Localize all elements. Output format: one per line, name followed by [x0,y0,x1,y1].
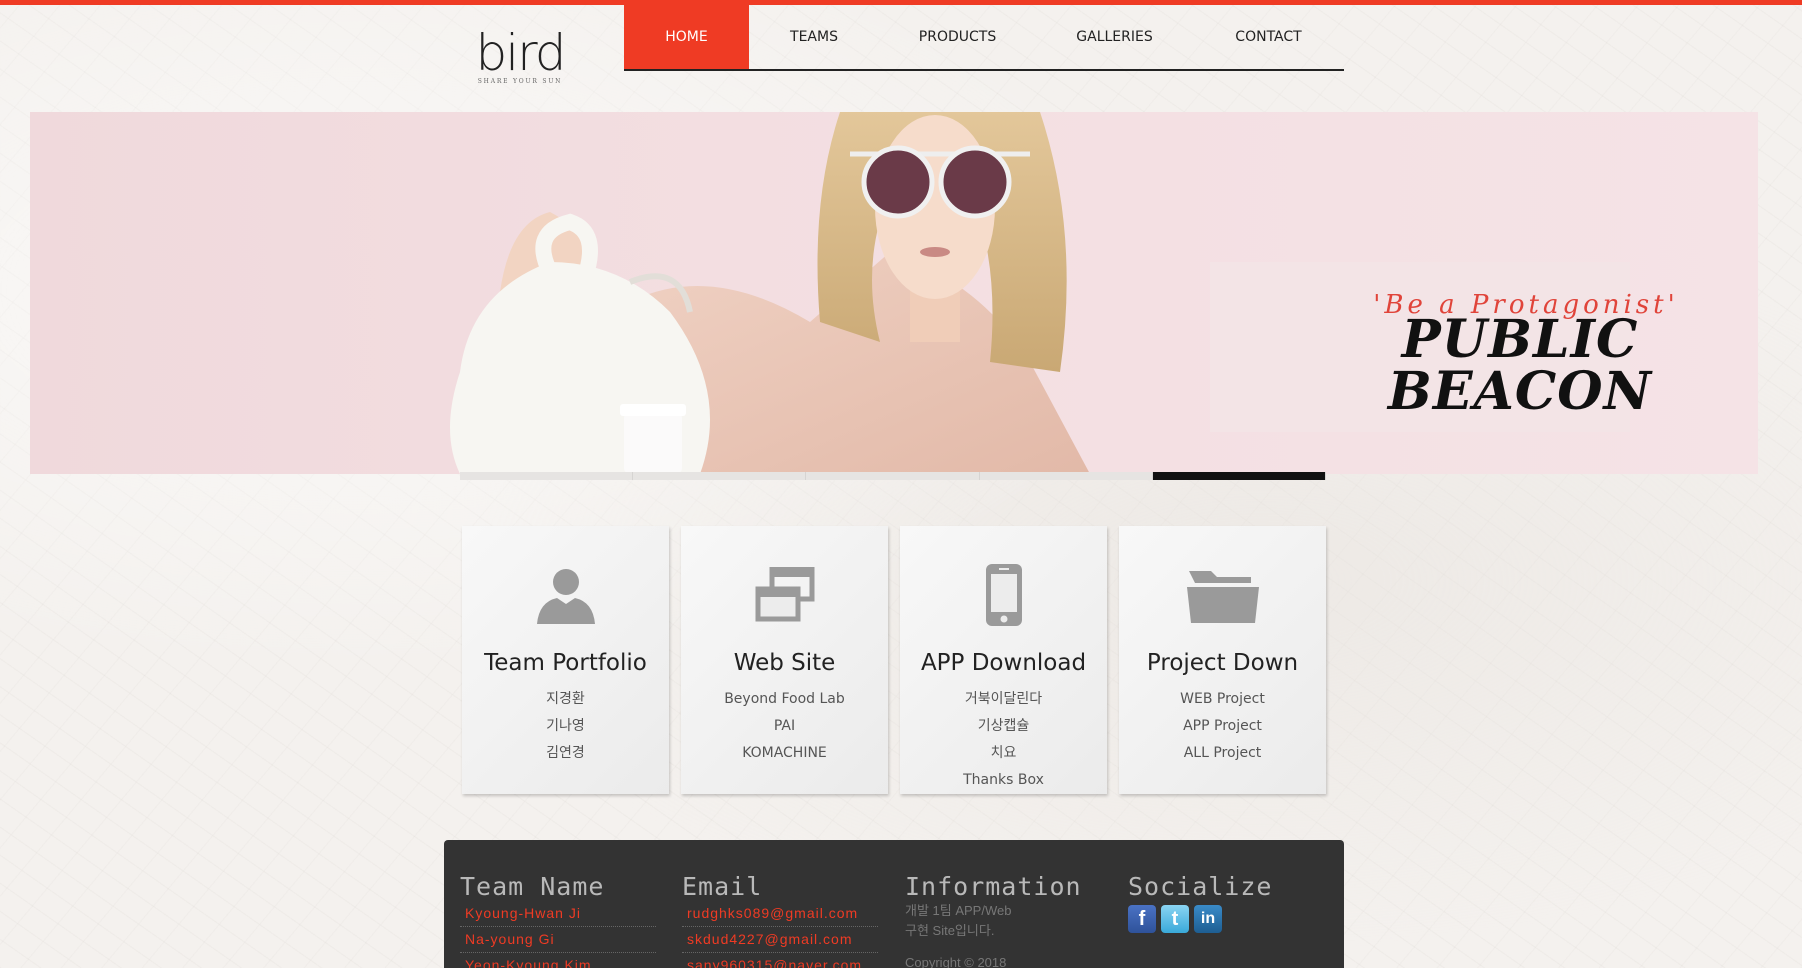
social-icons: f t in [1128,905,1272,933]
list-item[interactable]: PAI [681,713,888,740]
list-item[interactable]: Beyond Food Lab [681,686,888,713]
person-icon [462,560,669,630]
site-footer: Team Name Kyoung-Hwan Ji Na-young Gi Yeo… [444,840,1344,968]
team-list: Kyoung-Hwan Ji Na-young Gi Yeon-Kyoung K… [460,901,656,968]
card-web-site[interactable]: Web Site Beyond Food Lab PAI KOMACHINE [681,526,888,794]
logo-tagline: SHARE YOUR SUN [477,78,563,85]
card-title: Web Site [733,650,836,676]
site-logo[interactable]: bird SHARE YOUR SUN [470,26,570,90]
slider-dot-1[interactable] [460,472,634,480]
footer-social-title: Socialize [1128,872,1273,901]
copyright-text: Copyright © 2018 [905,955,1007,968]
footer-social-column: Socialize f t in [1128,872,1272,933]
list-item[interactable]: Thanks Box [900,767,1107,794]
hero-banner: 'Be a Protagonist' PUBLIC BEACON [30,112,1758,474]
list-item[interactable]: 기나영 [462,713,669,740]
nav-home[interactable]: HOME [624,5,749,69]
logo-wordmark: bird [475,24,566,82]
nav-contact[interactable]: CONTACT [1193,5,1344,69]
list-item[interactable]: KOMACHINE [681,740,888,767]
card-list: 거북이달린다 기상캡슐 치요 Thanks Box [900,686,1107,794]
email-link[interactable]: rudghks089@gmail.com [682,901,878,927]
footer-email-column: Email rudghks089@gmail.com skdud4227@gma… [682,872,878,968]
slider-dot-2[interactable] [633,472,807,480]
twitter-icon[interactable]: t [1161,905,1189,933]
footer-team-title: Team Name [460,872,605,901]
card-project-down[interactable]: Project Down WEB Project APP Project ALL… [1119,526,1326,794]
list-item[interactable]: 김연경 [462,740,669,767]
footer-info-column: Information 개발 1팀 APP/Web 구현 Site입니다. Co… [905,872,1082,968]
linkedin-icon[interactable]: in [1194,905,1222,933]
list-item[interactable]: 지경환 [462,686,669,713]
nav-teams[interactable]: TEAMS [749,5,879,69]
card-list: WEB Project APP Project ALL Project [1119,686,1326,767]
list-item[interactable]: APP Project [1119,713,1326,740]
facebook-icon[interactable]: f [1128,905,1156,933]
email-link[interactable]: skdud4227@gmail.com [682,927,878,953]
email-link[interactable]: sany960315@naver.com [682,953,878,968]
list-item[interactable]: 치요 [900,740,1107,767]
banner-brand: PUBLIC BEACON [1370,314,1670,418]
card-title: Team Portfolio [484,650,647,676]
phone-icon [900,560,1107,630]
list-item[interactable]: ALL Project [1119,740,1326,767]
card-title: APP Download [920,650,1087,676]
footer-info-title: Information [905,872,1082,901]
list-item[interactable]: 기상캡슐 [900,713,1107,740]
info-text-1: 개발 1팀 APP/Web [905,903,1012,918]
list-item[interactable]: 거북이달린다 [900,686,1107,713]
email-list: rudghks089@gmail.com skdud4227@gmail.com… [682,901,878,968]
slider-dot-4[interactable] [979,472,1153,480]
nav-products[interactable]: PRODUCTS [879,5,1036,69]
card-list: Beyond Food Lab PAI KOMACHINE [681,686,888,767]
list-item[interactable]: WEB Project [1119,686,1326,713]
slider-indicators [460,472,1327,480]
nav-galleries[interactable]: GALLERIES [1036,5,1193,69]
windows-icon [681,560,888,630]
banner-brand-line2: BEACON [1387,361,1653,422]
list-item[interactable]: Yeon-Kyoung Kim [460,953,656,968]
list-item[interactable]: Na-young Gi [460,927,656,953]
slider-dot-5[interactable] [1152,472,1327,480]
list-item[interactable]: Kyoung-Hwan Ji [460,901,656,927]
slider-dot-3[interactable] [806,472,980,480]
info-text-2: 구현 Site입니다. [905,923,995,938]
card-app-download[interactable]: APP Download 거북이달린다 기상캡슐 치요 Thanks Box [900,526,1107,794]
card-team-portfolio[interactable]: Team Portfolio 지경환 기나영 김연경 [462,526,669,794]
main-nav: HOME TEAMS PRODUCTS GALLERIES CONTACT [624,5,1344,71]
card-title: Project Down [1146,650,1299,676]
footer-team-column: Team Name Kyoung-Hwan Ji Na-young Gi Yeo… [460,872,656,968]
footer-email-title: Email [682,872,763,901]
folder-icon [1119,560,1326,630]
card-list: 지경환 기나영 김연경 [462,686,669,767]
